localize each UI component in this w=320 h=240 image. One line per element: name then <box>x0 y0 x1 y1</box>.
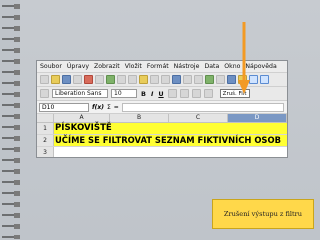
remove-filter-icon[interactable] <box>260 75 269 84</box>
column-header-c[interactable]: C <box>169 114 228 122</box>
row-header[interactable]: 1 <box>37 123 54 134</box>
column-header-b[interactable]: B <box>110 114 169 122</box>
cell-a1[interactable]: PÍSKOVIŠTĚ <box>54 123 287 134</box>
edit-file-icon[interactable] <box>73 75 82 84</box>
name-box[interactable]: D10 <box>39 102 89 112</box>
function-wizard-icon[interactable]: f(x) <box>92 104 104 111</box>
menu-edit[interactable]: Úpravy <box>66 63 90 70</box>
menu-insert[interactable]: Vložit <box>124 63 143 70</box>
spreadsheet-window: Soubor Úpravy Zobrazit Vložit Formát Nás… <box>36 60 288 158</box>
spellcheck-icon[interactable] <box>106 75 115 84</box>
print-icon[interactable] <box>95 75 104 84</box>
navigator-icon[interactable] <box>227 75 236 84</box>
menu-view[interactable]: Zobrazit <box>93 63 121 70</box>
underline-icon[interactable]: U <box>157 90 164 98</box>
justify-icon[interactable] <box>203 89 213 98</box>
align-center-icon[interactable] <box>179 89 189 98</box>
styles-icon[interactable] <box>40 89 49 98</box>
font-size-select[interactable]: 10 <box>111 89 137 98</box>
sort-ascending-icon[interactable] <box>183 75 192 84</box>
italic-icon[interactable]: I <box>150 90 154 98</box>
notebook-spiral <box>2 4 20 239</box>
column-header-a[interactable]: A <box>54 114 110 122</box>
cell-grid: A B C D 1 PÍSKOVIŠTĚ 2 UČÍME SE FILTROVA… <box>37 114 287 157</box>
show-draw-icon[interactable] <box>216 75 225 84</box>
menu-format[interactable]: Formát <box>146 63 170 70</box>
chart-icon[interactable] <box>205 75 214 84</box>
cell-a2[interactable]: UČÍME SE FILTROVAT SEZNAM FIKTIVNÍCH OSO… <box>54 135 287 146</box>
menu-tools[interactable]: Nástroje <box>173 63 201 70</box>
row-header[interactable]: 2 <box>37 135 54 146</box>
row-header[interactable]: 3 <box>37 147 54 157</box>
undo-icon[interactable] <box>150 75 159 84</box>
column-header-d[interactable]: D <box>228 114 287 122</box>
autofilter-icon[interactable] <box>249 75 258 84</box>
sort-descending-icon[interactable] <box>194 75 203 84</box>
font-name-select[interactable]: Liberation Sans <box>52 89 108 98</box>
menu-data[interactable]: Data <box>203 63 220 70</box>
equals-icon[interactable]: = <box>114 104 119 111</box>
hyperlink-icon[interactable] <box>172 75 181 84</box>
save-icon[interactable] <box>62 75 71 84</box>
cell-a3[interactable] <box>54 147 287 157</box>
copy-icon[interactable] <box>128 75 137 84</box>
menu-file[interactable]: Soubor <box>39 63 63 70</box>
paste-icon[interactable] <box>139 75 148 84</box>
formula-bar: D10 f(x) Σ = <box>37 101 287 114</box>
export-pdf-icon[interactable] <box>84 75 93 84</box>
formula-input[interactable] <box>121 102 284 112</box>
cut-icon[interactable] <box>117 75 126 84</box>
new-document-icon[interactable] <box>40 75 49 84</box>
pointer-arrow-icon <box>238 22 250 94</box>
select-all-corner[interactable] <box>37 114 54 122</box>
align-left-icon[interactable] <box>167 89 177 98</box>
table-row: 1 PÍSKOVIŠTĚ <box>37 123 287 135</box>
open-folder-icon[interactable] <box>51 75 60 84</box>
bold-icon[interactable]: B <box>140 90 147 98</box>
caption-box: Zrušení výstupu z filtru <box>212 199 314 229</box>
sum-icon[interactable]: Σ <box>107 104 111 111</box>
column-headers: A B C D <box>37 114 287 123</box>
table-row: 3 <box>37 147 287 157</box>
align-right-icon[interactable] <box>191 89 201 98</box>
redo-icon[interactable] <box>161 75 170 84</box>
table-row: 2 UČÍME SE FILTROVAT SEZNAM FIKTIVNÍCH O… <box>37 135 287 147</box>
